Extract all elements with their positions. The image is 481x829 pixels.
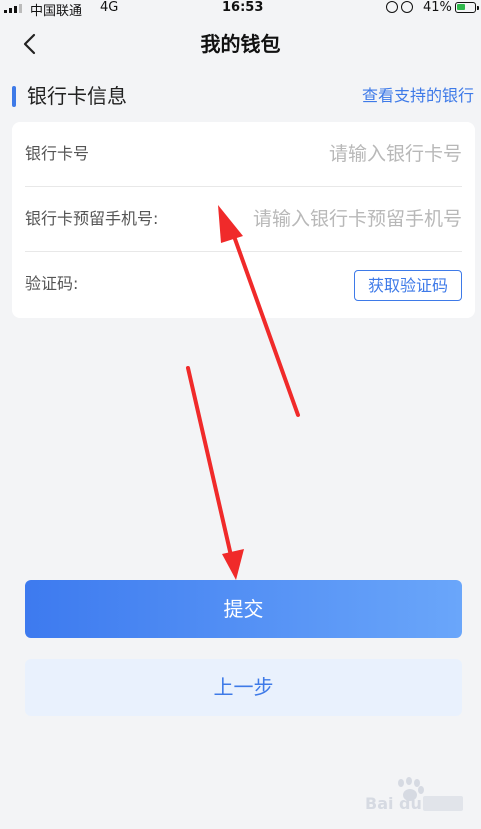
battery-percent: 41% (423, 0, 452, 15)
supported-banks-link[interactable]: 查看支持的银行 (362, 85, 474, 107)
section-accent-bar (12, 86, 16, 107)
back-button[interactable] (16, 30, 44, 58)
page-title: 我的钱包 (200, 32, 281, 56)
network-type: 4G (100, 0, 119, 15)
phone-input[interactable] (212, 203, 462, 235)
chevron-left-icon (23, 33, 36, 55)
card-number-row: 银行卡号 (25, 122, 462, 187)
battery-icon (455, 2, 479, 13)
card-number-label: 银行卡号 (25, 144, 90, 163)
phone-row: 银行卡预留手机号: (25, 187, 462, 252)
bank-card-form: 银行卡号 银行卡预留手机号: 验证码: 获取验证码 (12, 122, 475, 318)
carrier-name: 中国联通 (30, 4, 83, 19)
card-number-input[interactable] (282, 138, 462, 170)
baidu-jingyan-watermark: Bai du (365, 777, 463, 813)
section-title: 银行卡信息 (27, 84, 127, 108)
get-code-button[interactable]: 获取验证码 (354, 270, 462, 301)
svg-text:Bai: Bai (365, 794, 393, 813)
arrow-to-submit-button (186, 366, 244, 580)
lock-rotation-icon (386, 1, 398, 13)
verification-code-label: 验证码: (25, 274, 79, 293)
phone-label: 银行卡预留手机号: (25, 209, 159, 228)
signal-icon (4, 3, 22, 13)
svg-text:du: du (399, 794, 422, 813)
alarm-icon (401, 1, 413, 13)
submit-button[interactable]: 提交 (25, 580, 462, 638)
previous-step-button[interactable]: 上一步 (25, 659, 462, 716)
verification-code-row: 验证码: 获取验证码 (25, 252, 462, 317)
status-bar: 中国联通 4G 16:53 41% (0, 0, 481, 19)
status-time: 16:53 (222, 0, 264, 15)
